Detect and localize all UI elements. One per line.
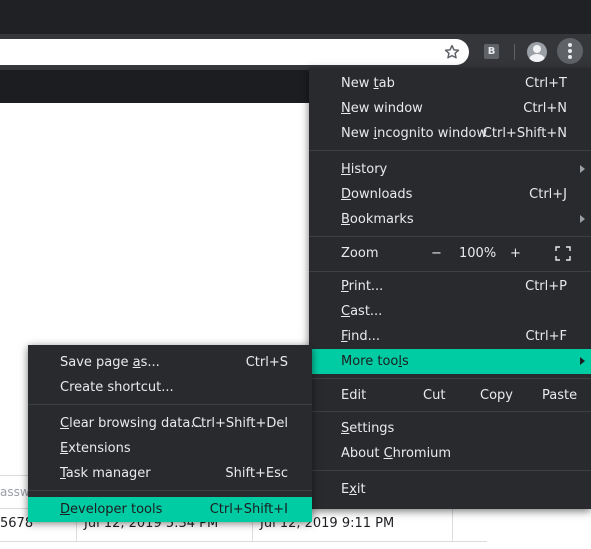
extension-icon[interactable]: B bbox=[484, 44, 499, 59]
menu-item-edit: Edit Cut Copy Paste bbox=[309, 383, 591, 408]
menu-separator bbox=[309, 411, 591, 412]
menu-item-settings[interactable]: Settings bbox=[309, 416, 591, 441]
menu-item-extensions[interactable]: Extensions bbox=[28, 436, 312, 461]
star-icon[interactable] bbox=[443, 43, 461, 61]
menu-item-about-chromium[interactable]: About Chromium bbox=[309, 441, 591, 466]
kebab-menu-icon[interactable] bbox=[557, 38, 583, 64]
menu-item-new-tab[interactable]: New tab Ctrl+T bbox=[309, 71, 591, 96]
more-tools-submenu: Save page as... Ctrl+S Create shortcut..… bbox=[28, 345, 312, 522]
menu-item-exit[interactable]: Exit bbox=[309, 477, 591, 502]
shortcut-label: Shift+Esc bbox=[225, 466, 288, 481]
menu-item-cast[interactable]: Cast... bbox=[309, 299, 591, 324]
toolbar-divider bbox=[514, 44, 515, 60]
zoom-level: 100% bbox=[459, 246, 497, 261]
menu-separator bbox=[28, 490, 312, 491]
table-header-cell: assw bbox=[0, 485, 30, 499]
menu-separator bbox=[309, 470, 591, 471]
shortcut-label: Ctrl+Shift+N bbox=[482, 126, 567, 141]
menu-separator bbox=[309, 236, 591, 237]
menu-item-zoom: Zoom − 100% + bbox=[309, 241, 591, 266]
shortcut-label: Ctrl+P bbox=[525, 279, 567, 294]
edit-label: Edit bbox=[341, 388, 367, 403]
submenu-arrow-icon bbox=[580, 215, 585, 223]
menu-item-print[interactable]: Print... Ctrl+P bbox=[309, 274, 591, 299]
menu-separator bbox=[309, 378, 591, 379]
menu-item-save-page-as[interactable]: Save page as... Ctrl+S bbox=[28, 350, 312, 375]
menu-item-new-incognito-window[interactable]: New incognito window Ctrl+Shift+N bbox=[309, 121, 591, 146]
zoom-in-button[interactable]: + bbox=[510, 246, 521, 261]
fullscreen-icon[interactable] bbox=[555, 246, 571, 261]
menu-item-new-window[interactable]: New window Ctrl+N bbox=[309, 96, 591, 121]
menu-item-find[interactable]: Find... Ctrl+F bbox=[309, 324, 591, 349]
shortcut-label: Ctrl+F bbox=[525, 329, 567, 344]
submenu-arrow-icon bbox=[580, 165, 585, 173]
menu-separator bbox=[309, 150, 591, 151]
menu-item-history[interactable]: History bbox=[309, 157, 591, 182]
menu-item-clear-browsing-data[interactable]: Clear browsing data... Ctrl+Shift+Del bbox=[28, 411, 312, 436]
shortcut-label: Ctrl+S bbox=[245, 355, 288, 370]
copy-button[interactable]: Copy bbox=[480, 388, 513, 403]
menu-item-downloads[interactable]: Downloads Ctrl+J bbox=[309, 182, 591, 207]
paste-button[interactable]: Paste bbox=[542, 388, 577, 403]
address-bar[interactable] bbox=[0, 39, 469, 65]
menu-item-create-shortcut[interactable]: Create shortcut... bbox=[28, 375, 312, 400]
menu-separator bbox=[28, 404, 312, 405]
menu-item-bookmarks[interactable]: Bookmarks bbox=[309, 207, 591, 232]
menu-item-task-manager[interactable]: Task manager Shift+Esc bbox=[28, 461, 312, 486]
shortcut-label: Ctrl+T bbox=[525, 76, 567, 91]
menu-separator bbox=[309, 271, 591, 272]
shortcut-label: Ctrl+Shift+I bbox=[209, 502, 288, 517]
shortcut-label: Ctrl+Shift+Del bbox=[191, 416, 288, 431]
shortcut-label: Ctrl+N bbox=[523, 101, 567, 116]
menu-item-more-tools[interactable]: More tools bbox=[309, 349, 591, 374]
window-titlebar bbox=[0, 0, 591, 34]
main-menu: New tab Ctrl+T New window Ctrl+N New inc… bbox=[309, 68, 591, 509]
avatar-icon[interactable] bbox=[527, 42, 547, 62]
cut-button[interactable]: Cut bbox=[423, 388, 445, 403]
submenu-arrow-icon bbox=[580, 357, 585, 365]
menu-item-developer-tools[interactable]: Developer tools Ctrl+Shift+I bbox=[28, 497, 312, 522]
zoom-label: Zoom bbox=[341, 246, 379, 261]
zoom-out-button[interactable]: − bbox=[431, 246, 442, 261]
shortcut-label: Ctrl+J bbox=[529, 187, 567, 202]
